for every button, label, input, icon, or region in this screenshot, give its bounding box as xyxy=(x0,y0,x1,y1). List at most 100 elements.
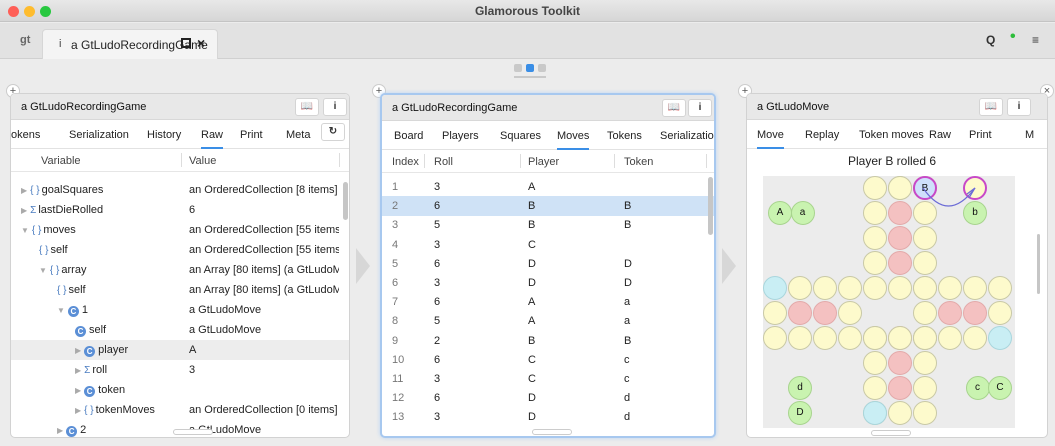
horizontal-scrollbar[interactable] xyxy=(532,429,572,435)
board-square[interactable] xyxy=(863,351,887,375)
table-row[interactable]: 2 6 B B xyxy=(382,196,714,217)
inspect-icon[interactable]: i xyxy=(323,98,347,116)
horizontal-scrollbar[interactable] xyxy=(871,430,911,436)
board-square[interactable] xyxy=(888,376,912,400)
expand-triangle-icon[interactable]: ▶ xyxy=(75,366,81,375)
board-square[interactable] xyxy=(788,326,812,350)
tab-replay[interactable]: Replay xyxy=(805,129,839,141)
board-square[interactable] xyxy=(863,326,887,350)
tab-raw[interactable]: Raw xyxy=(929,129,951,141)
token-C[interactable]: C xyxy=(988,376,1012,400)
tab-recording-game[interactable]: i a GtLudoRecordingGame × xyxy=(42,29,218,59)
table-row[interactable]: 8 5 Aa xyxy=(382,311,714,331)
expand-triangle-icon[interactable]: ▶ xyxy=(75,406,81,415)
tab-token-moves[interactable]: Token moves xyxy=(859,129,924,141)
expand-triangle-icon[interactable]: ▼ xyxy=(57,306,65,315)
search-icon[interactable]: Q xyxy=(986,33,995,47)
board-square[interactable] xyxy=(763,276,787,300)
variable-row[interactable]: ▼{ } array an Array [80 items] (a GtLudoMo… xyxy=(11,260,349,280)
board-square[interactable] xyxy=(913,376,937,400)
tab-tokens[interactable]: okens xyxy=(11,129,40,141)
board-square[interactable] xyxy=(888,276,912,300)
board-square[interactable] xyxy=(913,251,937,275)
table-row[interactable]: 1 3 A xyxy=(382,177,714,197)
board-square[interactable] xyxy=(813,276,837,300)
tab-meta[interactable]: M xyxy=(1025,129,1034,141)
table-row[interactable]: 12 6 Dd xyxy=(382,388,714,408)
board-square[interactable] xyxy=(888,351,912,375)
board-square[interactable] xyxy=(988,301,1012,325)
board-square[interactable] xyxy=(938,326,962,350)
expand-triangle-icon[interactable]: ▶ xyxy=(21,206,27,215)
tab-print[interactable]: Print xyxy=(240,129,263,141)
board-square[interactable] xyxy=(988,276,1012,300)
ludo-board[interactable]: BAabdDcC xyxy=(763,176,1015,428)
board-square[interactable] xyxy=(888,326,912,350)
board-square[interactable] xyxy=(963,276,987,300)
board-square[interactable] xyxy=(838,301,862,325)
book-icon[interactable]: 📖 xyxy=(662,99,686,117)
table-row[interactable]: 10 6 Cc xyxy=(382,350,714,370)
page-indicator-dot[interactable] xyxy=(538,64,546,72)
table-row[interactable]: 9 2 B B xyxy=(382,331,714,351)
variable-row[interactable]: ▶ Σroll 3 xyxy=(11,360,349,380)
tab-squares[interactable]: Squares xyxy=(500,130,541,142)
board-square[interactable] xyxy=(813,301,837,325)
tab-move[interactable]: Move xyxy=(757,129,784,149)
board-square[interactable] xyxy=(963,326,987,350)
table-row[interactable]: 5 6 D D xyxy=(382,254,714,274)
variable-row[interactable]: ▶{ } tokenMoves an OrderedCollection [0 it… xyxy=(11,400,349,420)
tab-raw[interactable]: Raw xyxy=(201,129,224,149)
tab-players[interactable]: Players xyxy=(442,130,479,142)
expand-triangle-icon[interactable]: ▶ xyxy=(75,346,81,355)
table-row[interactable]: 3 5 B B xyxy=(382,215,714,235)
board-square[interactable] xyxy=(938,301,962,325)
tab-serialization[interactable]: Serializatior xyxy=(660,130,714,142)
table-row[interactable]: 4 3 C xyxy=(382,235,714,255)
tab-print[interactable]: Print xyxy=(969,129,992,141)
page-indicator-dot[interactable] xyxy=(514,64,522,72)
board-square[interactable] xyxy=(863,276,887,300)
book-icon[interactable]: 📖 xyxy=(295,98,319,116)
board-square[interactable] xyxy=(913,351,937,375)
vertical-scrollbar[interactable] xyxy=(708,177,713,235)
vertical-scrollbar[interactable] xyxy=(1037,234,1040,294)
board-square[interactable] xyxy=(788,301,812,325)
tab-tokens[interactable]: Tokens xyxy=(607,130,642,142)
inspect-icon[interactable]: i xyxy=(1007,98,1031,116)
table-row[interactable]: 6 3 D D xyxy=(382,273,714,293)
book-icon[interactable]: 📖 xyxy=(979,98,1003,116)
variable-row[interactable]: ▼ C 1 a GtLudoMove xyxy=(11,300,349,320)
board-square[interactable] xyxy=(838,276,862,300)
token-d[interactable]: d xyxy=(788,376,812,400)
vertical-scrollbar[interactable] xyxy=(343,182,348,220)
board-square[interactable] xyxy=(963,301,987,325)
board-square[interactable] xyxy=(913,301,937,325)
horizontal-scrollbar[interactable] xyxy=(173,429,213,435)
table-row[interactable]: 11 3 Cc xyxy=(382,369,714,389)
board-square[interactable] xyxy=(863,376,887,400)
board-square[interactable] xyxy=(888,401,912,425)
tab-serialization[interactable]: Serialization xyxy=(69,129,129,141)
inspect-icon[interactable]: i xyxy=(688,99,712,117)
variable-row[interactable]: Cself a GtLudoMove xyxy=(11,320,349,340)
board-square[interactable] xyxy=(988,326,1012,350)
board-square[interactable] xyxy=(763,326,787,350)
expand-triangle-icon[interactable]: ▶ xyxy=(21,186,27,195)
close-tab-icon[interactable]: × xyxy=(197,35,205,51)
board-square[interactable] xyxy=(813,326,837,350)
menu-icon[interactable]: ≡ xyxy=(1032,33,1039,47)
board-square[interactable] xyxy=(763,301,787,325)
board-square[interactable] xyxy=(913,401,937,425)
board-square[interactable] xyxy=(913,326,937,350)
expand-triangle-icon[interactable]: ▶ xyxy=(75,386,81,395)
maximize-icon[interactable] xyxy=(181,38,191,48)
board-square[interactable] xyxy=(913,276,937,300)
refresh-icon[interactable]: ↻ xyxy=(321,123,345,141)
variable-row[interactable]: ▶ Cplayer A xyxy=(11,340,349,360)
variable-row[interactable]: { } self an Array [80 items] (a GtLudoMov xyxy=(11,280,349,300)
tab-history[interactable]: History xyxy=(147,129,181,141)
tab-moves[interactable]: Moves xyxy=(557,130,590,150)
token-D[interactable]: D xyxy=(788,401,812,425)
variable-row[interactable]: ▶ Ctoken xyxy=(11,380,349,400)
